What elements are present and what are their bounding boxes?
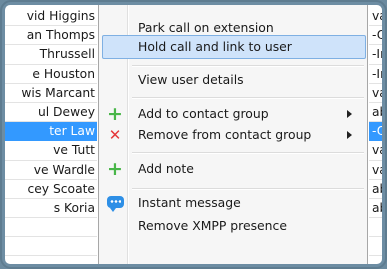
- menu-item-label: Remove from contact group: [138, 127, 312, 142]
- menu-item-label: Hold call and link to user: [138, 39, 292, 54]
- list-item[interactable]: ve Tutt: [5, 141, 97, 161]
- menu-separator: [132, 152, 364, 154]
- contact-status: -In: [372, 47, 387, 62]
- contact-status: vai: [372, 9, 387, 23]
- submenu-arrow-icon: [347, 131, 352, 139]
- contact-status: ab: [372, 181, 387, 196]
- list-item[interactable]: -In: [369, 45, 387, 65]
- list-item[interactable]: s Koria: [5, 199, 97, 219]
- contact-status: ab: [372, 200, 387, 215]
- list-item[interactable]: ab: [369, 180, 387, 199]
- context-menu: Park call on extension Hold call and lin…: [98, 5, 368, 264]
- menu-item-hold-call[interactable]: Hold call and link to user: [102, 35, 366, 59]
- contact-status: -In: [372, 66, 387, 81]
- plus-icon: +: [107, 103, 123, 125]
- list-item[interactable]: ab: [369, 103, 387, 123]
- window-frame: vid Higgins an Thomps Thrussell e Housto…: [0, 0, 387, 269]
- list-item[interactable]: vai: [369, 7, 387, 27]
- list-item[interactable]: [369, 237, 382, 257]
- contact-name: ve Tutt: [53, 143, 95, 158]
- list-item[interactable]: Thrussell: [5, 45, 97, 65]
- contact-name: e Houston: [32, 66, 95, 81]
- menu-item-remove-from-group[interactable]: ✕ Remove from contact group: [102, 123, 366, 147]
- list-item-selected[interactable]: ter Law: [5, 122, 97, 142]
- list-item[interactable]: an Thomps: [5, 26, 97, 46]
- menu-separator: [132, 65, 364, 67]
- list-item[interactable]: ab: [369, 199, 387, 219]
- contact-status: vai: [372, 143, 387, 158]
- list-item[interactable]: e Houston: [5, 65, 97, 84]
- list-item[interactable]: vai: [369, 141, 387, 161]
- list-item[interactable]: vid Higgins: [5, 7, 97, 27]
- contact-name: vid Higgins: [26, 9, 95, 23]
- list-item[interactable]: -O: [369, 26, 387, 46]
- menu-item-label: View user details: [138, 72, 244, 87]
- contact-name: Thrussell: [39, 47, 95, 62]
- contact-status-column: vai -O -In -In vai ab -O vai vai ab ab: [369, 7, 387, 257]
- list-item-selected[interactable]: -O: [369, 122, 387, 142]
- menu-item-view-user[interactable]: View user details: [102, 68, 366, 92]
- contact-status: vai: [372, 162, 387, 177]
- menu-item-label: Remove XMPP presence: [138, 218, 287, 233]
- contact-status: -O: [372, 28, 387, 43]
- submenu-arrow-icon: [347, 110, 352, 118]
- menu-separator: [132, 188, 364, 190]
- list-item[interactable]: wis Marcant: [5, 84, 97, 103]
- contact-name: wis Marcant: [21, 85, 95, 100]
- list-item[interactable]: cey Scoate: [5, 180, 97, 199]
- contact-name: an Thomps: [26, 28, 95, 43]
- contact-name-column: vid Higgins an Thomps Thrussell e Housto…: [5, 7, 97, 257]
- cross-icon: ✕: [108, 126, 122, 144]
- menu-item-add-note[interactable]: + Add note: [102, 157, 366, 181]
- menu-item-label: Instant message: [138, 195, 241, 210]
- contact-name: cey Scoate: [27, 181, 95, 196]
- list-item[interactable]: vai: [369, 161, 387, 180]
- list-item[interactable]: [5, 218, 97, 238]
- contact-name: ter Law: [49, 124, 95, 139]
- contact-name: ve Wardle: [33, 162, 95, 177]
- list-item[interactable]: ve Wardle: [5, 161, 97, 180]
- menu-item-remove-xmpp[interactable]: Remove XMPP presence: [102, 214, 366, 238]
- list-item[interactable]: [369, 218, 382, 238]
- chat-bubble-icon: [106, 194, 124, 212]
- contact-status: ab: [372, 104, 387, 119]
- list-item[interactable]: vai: [369, 84, 387, 103]
- menu-item-instant-message[interactable]: Instant message: [102, 191, 366, 215]
- contact-name: s Koria: [53, 200, 95, 215]
- contact-name: ul Dewey: [37, 104, 95, 119]
- plus-icon: +: [107, 158, 123, 180]
- menu-item-label: Add note: [138, 161, 194, 176]
- list-item[interactable]: -In: [369, 65, 387, 84]
- list-item[interactable]: [5, 237, 97, 257]
- contact-status: -O: [372, 124, 387, 139]
- contact-status: vai: [372, 85, 387, 100]
- menu-separator: [132, 97, 364, 99]
- list-item[interactable]: ul Dewey: [5, 103, 97, 123]
